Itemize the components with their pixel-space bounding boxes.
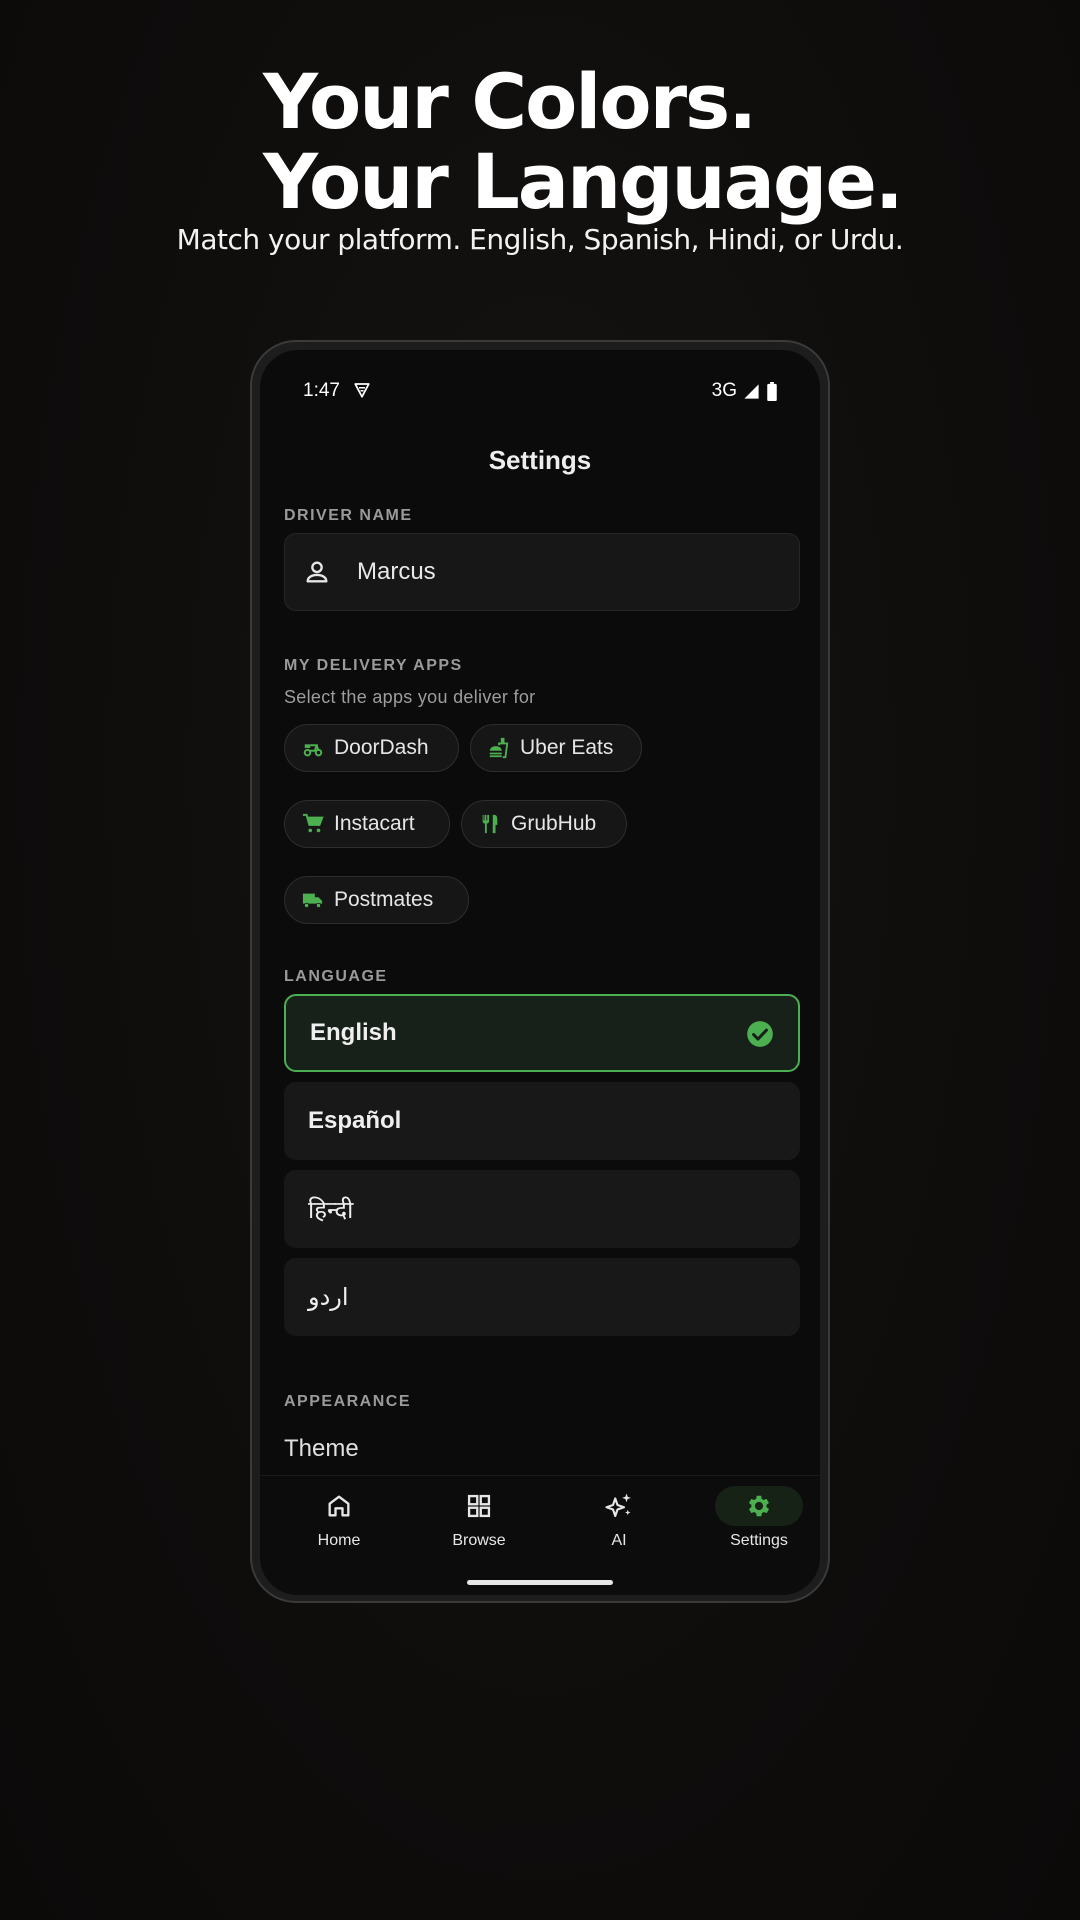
page-title: Settings: [488, 445, 592, 475]
fastfood-icon: [489, 737, 509, 759]
language-option-urdu[interactable]: اردو: [284, 1258, 800, 1336]
app-chip-label: Instacart: [334, 812, 415, 835]
driver-name-value: Marcus: [357, 558, 436, 585]
status-right: 3G: [712, 380, 778, 402]
app-chip-doordash[interactable]: DoorDash: [284, 724, 459, 772]
home-icon: [328, 1495, 350, 1517]
scooter-icon: [303, 744, 323, 757]
language-option-english[interactable]: English: [284, 994, 800, 1072]
app-chip-uber-eats[interactable]: Uber Eats: [470, 724, 642, 772]
nav-item-browse[interactable]: Browse: [424, 1476, 534, 1550]
app-chip-label: Postmates: [334, 888, 434, 911]
status-bar: 1:47 3G: [260, 380, 820, 410]
app-chip-instacart[interactable]: Instacart: [284, 800, 450, 848]
app-chip-label: GrubHub: [511, 812, 597, 835]
theme-setting[interactable]: Theme: [284, 1435, 359, 1463]
language-option-label: हिन्दी: [308, 1196, 354, 1224]
network-type: 3G: [711, 380, 737, 401]
driver-name-field[interactable]: Marcus: [284, 533, 800, 611]
phone-screen: 1:47 3G Settings DRIVER NAME Marcus MY D…: [260, 350, 820, 1595]
nav-item-ai[interactable]: AI: [564, 1476, 674, 1550]
check-circle-icon: [747, 1021, 773, 1047]
home-indicator[interactable]: [467, 1580, 613, 1585]
language-option-label: اردو: [308, 1283, 349, 1311]
driver-name-label: DRIVER NAME: [284, 507, 413, 524]
cart-icon: [302, 813, 324, 833]
headline-line-2: Your Language.: [263, 137, 904, 226]
language-option-hindi[interactable]: हिन्दी: [284, 1170, 800, 1248]
language-label: LANGUAGE: [284, 968, 388, 985]
signal-icon: [744, 383, 759, 399]
person-icon: [306, 561, 328, 583]
truck-icon: [302, 893, 323, 909]
bottom-navigation: Home Browse AI Settings: [260, 1475, 820, 1595]
vpn-icon: [354, 383, 370, 398]
language-option-label: English: [310, 1019, 397, 1046]
nav-label: Settings: [730, 1532, 788, 1549]
headline: Your Colors. Your Language.: [263, 57, 904, 226]
app-chip-label: Uber Eats: [520, 736, 614, 759]
nav-label: AI: [611, 1532, 627, 1549]
nav-item-settings[interactable]: Settings: [704, 1476, 814, 1550]
app-chip-grubhub[interactable]: GrubHub: [461, 800, 627, 848]
status-time: 1:47: [303, 380, 340, 401]
utensils-icon: [482, 814, 498, 834]
nav-item-home[interactable]: Home: [284, 1476, 394, 1550]
app-chip-label: DoorDash: [334, 736, 429, 759]
language-option-label: Español: [308, 1107, 402, 1134]
language-option-espanol[interactable]: Español: [284, 1082, 800, 1160]
nav-label: Browse: [452, 1532, 506, 1549]
gear-icon: [748, 1495, 770, 1517]
grid-icon: [467, 1494, 491, 1518]
nav-label: Home: [317, 1532, 361, 1549]
sparkles-icon: [605, 1493, 631, 1518]
headline-line-1: Your Colors.: [263, 57, 757, 146]
headline-subline: Match your platform. English, Spanish, H…: [176, 223, 904, 256]
app-chip-postmates[interactable]: Postmates: [284, 876, 469, 924]
delivery-apps-label: MY DELIVERY APPS: [284, 657, 463, 674]
delivery-apps-helper: Select the apps you deliver for: [284, 687, 536, 707]
phone-frame: 1:47 3G Settings DRIVER NAME Marcus MY D…: [250, 340, 830, 1603]
appearance-label: APPEARANCE: [284, 1393, 412, 1410]
battery-icon: [767, 381, 777, 401]
